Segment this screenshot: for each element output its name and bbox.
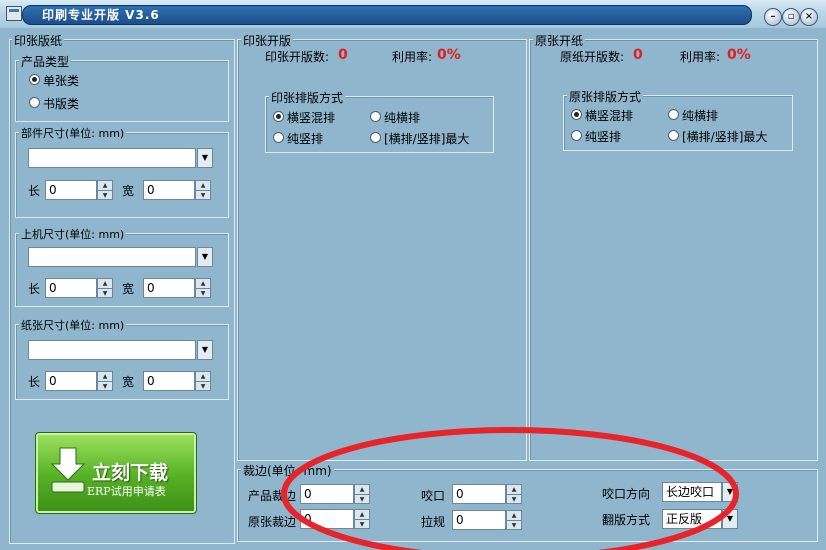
paper-length-input[interactable]: 0 <box>45 371 97 391</box>
product-type-label: 产品类型 <box>19 53 72 70</box>
paper-width-label: 宽 <box>122 375 135 389</box>
print-count-label: 印张开版数: <box>265 50 330 64</box>
raw-radio-horizontal-label: 纯横排 <box>682 109 719 123</box>
radio-single-sheet-label: 单张类 <box>43 74 80 88</box>
window-title: 印刷专业开版 V3.6 <box>42 8 160 22</box>
raw-sheet-title: 原张开纸 <box>533 32 586 49</box>
part-length-label: 长 <box>28 184 41 198</box>
print-rate-value: 0% <box>437 47 461 63</box>
print-radio-max-label: [横排/竖排]最大 <box>384 132 470 146</box>
part-width-label: 宽 <box>122 184 135 198</box>
download-sub-text: ERP试用申请表 <box>87 485 166 498</box>
app-icon <box>6 6 22 21</box>
machine-length-label: 长 <box>28 282 41 296</box>
part-size-group <box>15 132 229 218</box>
part-width-spinner[interactable]: ▲ ▼ <box>195 180 211 200</box>
print-radio-mixed[interactable] <box>273 111 284 122</box>
part-size-label: 部件尺寸(单位: mm) <box>19 125 127 141</box>
paper-size-select[interactable] <box>28 340 196 360</box>
machine-size-select[interactable] <box>28 247 196 267</box>
print-radio-horizontal-label: 纯横排 <box>384 111 421 125</box>
print-method-label: 印张排版方式 <box>269 89 346 106</box>
paper-length-label: 长 <box>28 375 41 389</box>
print-radio-mixed-label: 横竖混排 <box>287 111 336 125</box>
machine-size-dropdown-button[interactable]: ▼ <box>197 247 213 267</box>
raw-radio-mixed-label: 横竖混排 <box>585 109 634 123</box>
part-size-select[interactable] <box>28 148 196 168</box>
red-annotation-ellipse <box>281 427 739 550</box>
download-main-text: 立刻下载 <box>92 462 169 484</box>
raw-radio-max[interactable] <box>668 130 679 141</box>
paper-group-label: 印张版纸 <box>12 32 65 49</box>
print-radio-max[interactable] <box>370 132 381 143</box>
print-radio-vertical[interactable] <box>273 132 284 143</box>
raw-method-label: 原张排版方式 <box>567 88 644 105</box>
paper-size-label: 纸张尺寸(单位: mm) <box>19 317 127 333</box>
radio-single-sheet[interactable] <box>29 74 40 85</box>
print-rate-label: 利用率: <box>392 50 433 64</box>
machine-size-label: 上机尺寸(单位: mm) <box>19 226 127 242</box>
machine-width-label: 宽 <box>122 282 135 296</box>
raw-count-label: 原纸开版数: <box>560 50 625 64</box>
print-count-value: 0 <box>338 47 348 63</box>
paper-size-dropdown-button[interactable]: ▼ <box>197 340 213 360</box>
raw-radio-max-label: [横排/竖排]最大 <box>682 130 768 144</box>
download-arrow-icon <box>50 447 86 493</box>
part-length-input[interactable]: 0 <box>45 180 97 200</box>
part-length-spinner[interactable]: ▲ ▼ <box>97 180 113 200</box>
raw-radio-vertical[interactable] <box>571 130 582 141</box>
radio-book-label: 书版类 <box>43 97 80 111</box>
print-radio-vertical-label: 纯竖排 <box>287 132 324 146</box>
paper-length-spinner[interactable]: ▲ ▼ <box>97 371 113 391</box>
part-width-input[interactable]: 0 <box>143 180 195 200</box>
machine-width-input[interactable]: 0 <box>143 278 195 298</box>
machine-length-input[interactable]: 0 <box>45 278 97 298</box>
paper-width-spinner[interactable]: ▲ ▼ <box>195 371 211 391</box>
raw-rate-label: 利用率: <box>680 50 721 64</box>
part-size-dropdown-button[interactable]: ▼ <box>197 148 213 168</box>
paper-width-input[interactable]: 0 <box>143 371 195 391</box>
maximize-button[interactable]: ▫ <box>782 8 800 26</box>
close-button[interactable]: × <box>800 8 818 26</box>
print-radio-horizontal[interactable] <box>370 111 381 122</box>
print-sheet-title: 印张开版 <box>241 32 294 49</box>
raw-radio-horizontal[interactable] <box>668 109 679 120</box>
raw-count-value: 0 <box>633 47 643 63</box>
radio-book[interactable] <box>29 97 40 108</box>
machine-width-spinner[interactable]: ▲ ▼ <box>195 278 211 298</box>
raw-rate-value: 0% <box>727 47 751 63</box>
machine-length-spinner[interactable]: ▲ ▼ <box>97 278 113 298</box>
raw-radio-vertical-label: 纯竖排 <box>585 130 622 144</box>
raw-radio-mixed[interactable] <box>571 109 582 120</box>
minimize-button[interactable]: – <box>764 8 782 26</box>
